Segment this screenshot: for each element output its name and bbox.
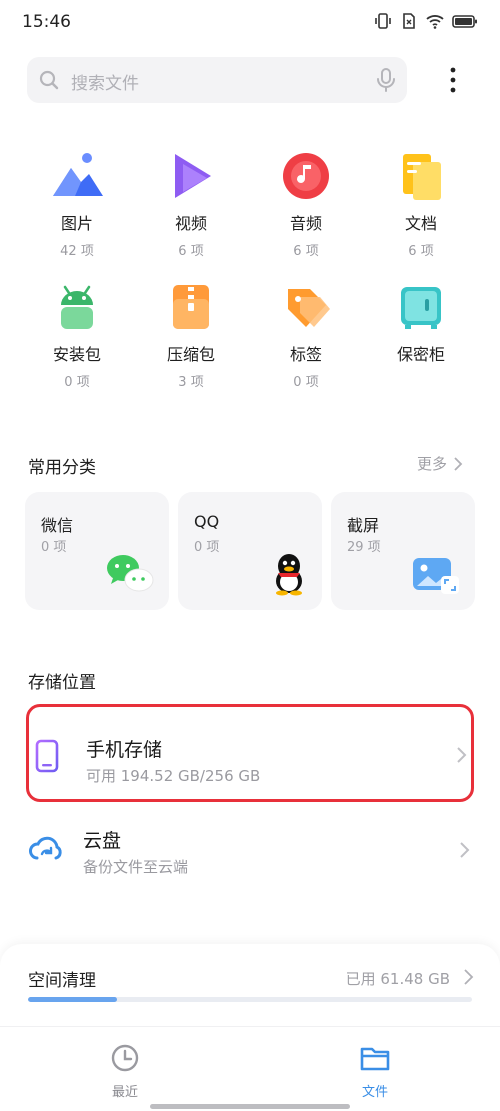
cleanup-title: 空间清理: [28, 971, 96, 991]
category-name: 标签: [289, 345, 322, 364]
home-indicator: [150, 1104, 350, 1109]
nav-label: 文件: [361, 1085, 388, 1100]
cloud-drive-title: 云盘: [83, 830, 122, 852]
category-name: 保密柜: [396, 345, 445, 364]
category-count: 6 项: [408, 244, 434, 259]
space-cleanup-panel[interactable]: 空间清理 已用 61.48 GB: [0, 944, 500, 1026]
storage-section-title: 存储位置: [28, 673, 96, 693]
picture-icon: [53, 153, 103, 196]
category-archives[interactable]: 压缩包 3 项: [141, 279, 241, 390]
nav-recent[interactable]: 最近: [75, 1043, 175, 1100]
search-placeholder: 搜索文件: [71, 74, 139, 94]
cloud-drive-row[interactable]: 云盘 备份文件至云端: [26, 806, 474, 904]
chevron-right-icon: [464, 969, 474, 985]
common-section-title: 常用分类: [28, 458, 96, 478]
music-icon: [283, 153, 329, 199]
card-name: 截屏: [347, 516, 380, 535]
qq-icon: [276, 554, 302, 596]
document-icon: [403, 154, 441, 200]
vibrate-icon: [375, 13, 391, 29]
category-apk[interactable]: 安装包 0 项: [27, 279, 127, 390]
storage-progress-fill: [28, 997, 117, 1002]
more-menu-icon[interactable]: [442, 64, 464, 98]
storage-progress-bar: [28, 997, 472, 1002]
card-name: 微信: [41, 516, 74, 535]
chevron-right-icon: [460, 842, 470, 858]
sim-off-icon: [403, 13, 415, 29]
nav-label: 最近: [111, 1085, 138, 1100]
archive-icon: [173, 285, 209, 329]
search-icon: [39, 70, 59, 90]
tag-icon: [288, 289, 330, 327]
card-count: 0 项: [41, 540, 67, 555]
category-name: 图片: [60, 214, 93, 233]
category-count: 0 项: [293, 375, 319, 390]
clock-icon: [111, 1044, 139, 1072]
cleanup-used: 已用 61.48 GB: [345, 970, 450, 988]
android-icon: [61, 285, 93, 329]
video-icon: [175, 154, 211, 198]
more-label: 更多: [417, 455, 448, 473]
category-name: 音频: [289, 214, 322, 233]
status-icons: [374, 12, 478, 30]
category-name: 压缩包: [166, 345, 215, 364]
nav-files[interactable]: 文件: [325, 1043, 425, 1100]
screenshot-icon: [413, 558, 459, 594]
category-pictures[interactable]: 图片 42 项: [27, 148, 127, 259]
cloud-drive-subtitle: 备份文件至云端: [83, 858, 189, 876]
category-videos[interactable]: 视频 6 项: [141, 148, 241, 259]
category-documents[interactable]: 文档 6 项: [371, 148, 471, 259]
mic-icon[interactable]: [375, 67, 397, 93]
safe-icon: [401, 287, 441, 329]
phone-storage-subtitle: 可用 194.52 GB/256 GB: [86, 767, 261, 785]
status-time: 15:46: [22, 12, 71, 32]
wifi-icon: [426, 15, 444, 29]
category-name: 文档: [404, 214, 437, 233]
chevron-right-icon: [457, 747, 467, 763]
common-card-wechat[interactable]: 微信 0 项: [25, 492, 169, 610]
phone-storage-title: 手机存储: [86, 739, 163, 761]
category-count: 42 项: [60, 244, 94, 259]
phone-icon: [35, 739, 59, 773]
wechat-icon: [107, 555, 154, 592]
chevron-right-icon: [454, 456, 463, 471]
bottom-nav: 最近 文件: [0, 1026, 500, 1111]
status-bar: 15:46: [0, 0, 500, 44]
search-bar[interactable]: 搜索文件: [27, 57, 407, 103]
common-card-qq[interactable]: QQ 0 项: [178, 492, 322, 610]
battery-icon: [452, 15, 477, 28]
common-more-link[interactable]: 更多: [417, 453, 463, 474]
category-count: 6 项: [178, 244, 204, 259]
card-name: QQ: [194, 512, 220, 531]
category-safe[interactable]: 保密柜: [371, 279, 471, 365]
category-tags[interactable]: 标签 0 项: [256, 279, 356, 390]
card-count: 0 项: [194, 540, 220, 555]
category-name: 视频: [174, 214, 207, 233]
category-count: 6 项: [293, 244, 319, 259]
category-audio[interactable]: 音频 6 项: [256, 148, 356, 259]
category-name: 安装包: [52, 345, 101, 364]
folder-icon: [360, 1047, 390, 1071]
category-count: 0 项: [64, 375, 90, 390]
cloud-sync-icon: [29, 836, 62, 860]
card-count: 29 项: [347, 540, 381, 555]
phone-storage-row[interactable]: 手机存储 可用 194.52 GB/256 GB: [26, 704, 474, 802]
category-count: 3 项: [178, 375, 204, 390]
common-card-screenshots[interactable]: 截屏 29 项: [331, 492, 475, 610]
